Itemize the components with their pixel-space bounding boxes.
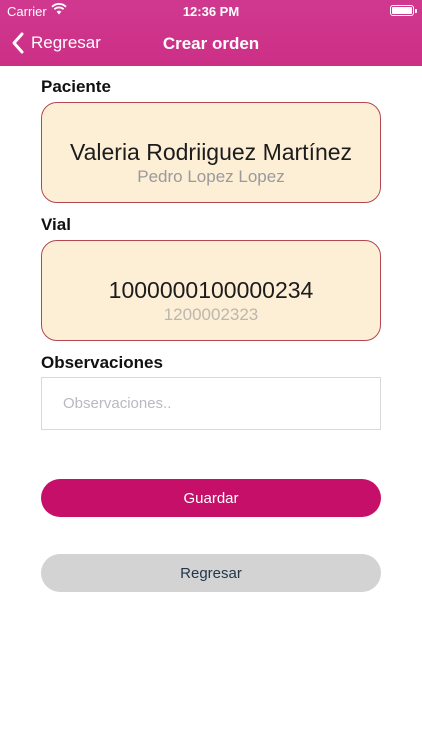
vial-picker[interactable]: 1000000100000234 1200002323: [41, 240, 381, 341]
paciente-next-option[interactable]: Pedro Lopez Lopez: [42, 167, 380, 187]
battery-icon: [390, 5, 417, 16]
battery-level: [392, 7, 412, 14]
vial-next-option[interactable]: 1200002323: [42, 305, 380, 325]
vial-label: Vial: [41, 215, 71, 234]
observaciones-input[interactable]: [42, 378, 380, 429]
page-title: Crear orden: [162, 34, 260, 53]
clock: 12:36 PM: [182, 4, 240, 19]
return-button[interactable]: Regresar: [41, 554, 381, 592]
status-bar: Carrier 12:36 PM: [0, 0, 422, 22]
paciente-selected-option[interactable]: Valeria Rodriiguez Martínez: [42, 139, 380, 166]
save-button[interactable]: Guardar: [41, 479, 381, 517]
observaciones-label: Observaciones: [41, 353, 163, 372]
vial-selected-option[interactable]: 1000000100000234: [42, 277, 380, 304]
observaciones-field[interactable]: [41, 377, 381, 430]
paciente-picker[interactable]: Valeria Rodriiguez Martínez Pedro Lopez …: [41, 102, 381, 203]
paciente-label: Paciente: [41, 77, 111, 96]
navigation-bar: Regresar Crear orden: [0, 22, 422, 66]
top-bar: Carrier 12:36 PM Regresar Crear orden: [0, 0, 422, 66]
